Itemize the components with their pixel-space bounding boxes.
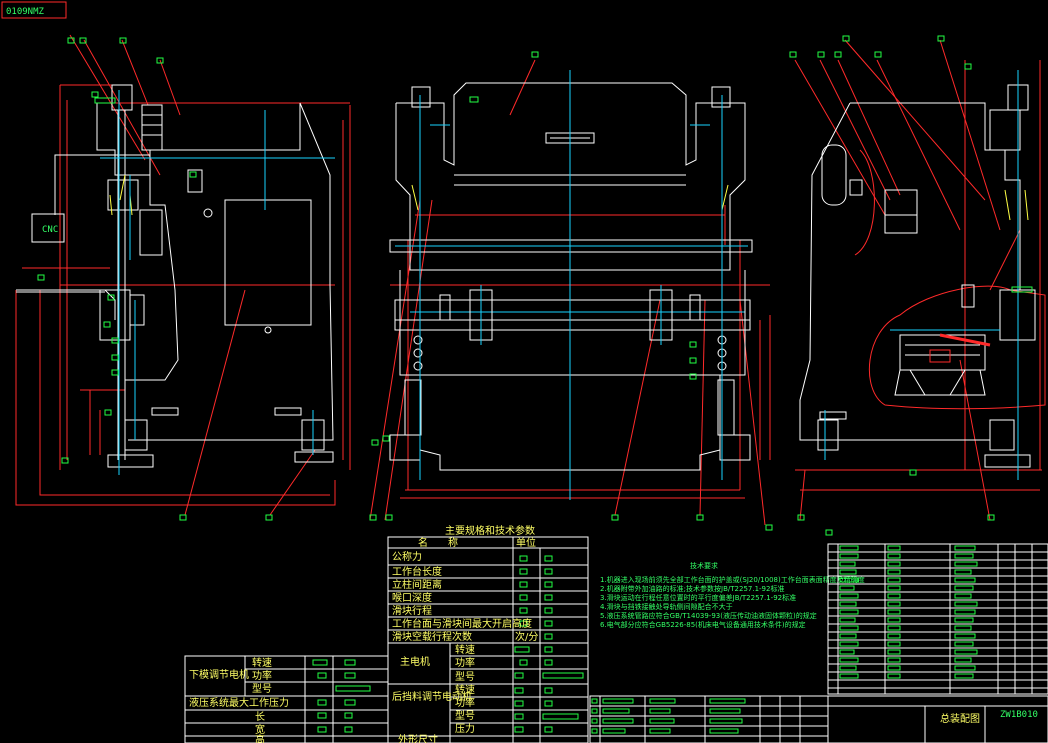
param-nominal-force: 公称力 xyxy=(392,550,422,563)
lower-die-power: 功率 xyxy=(252,669,272,682)
tech-title: 技术要求 xyxy=(690,561,718,570)
spec-col-name: 名 称 xyxy=(418,536,458,549)
param-ram-stroke: 滑块行程 xyxy=(392,604,432,617)
param-max-open-height: 工作台面与滑块间最大开启高度 xyxy=(392,617,532,630)
backgauge-motor-power: 功率 xyxy=(455,696,475,709)
param-stroke-count: 滑块空载行程次数 xyxy=(392,630,472,643)
tech-requirements: 技术要求 1.机器进入现场前须先全部工作台面的护盖或(SJ20/1008)工作台… xyxy=(600,561,865,629)
lower-die-speed: 转速 xyxy=(252,656,272,669)
main-motor-speed: 转速 xyxy=(455,643,475,656)
spec-table-values xyxy=(312,555,584,733)
param-table-length: 工作台长度 xyxy=(392,565,442,578)
side-view-right xyxy=(794,39,1046,521)
cnc-controller: CNC xyxy=(42,225,58,235)
title-stamp-text: 0109NMZ xyxy=(6,7,45,17)
outline-size-row: 外形尺寸 xyxy=(398,733,438,743)
spec-table-title: 主要规格和技术参数 xyxy=(445,524,535,537)
spec-col-unit: 单位 xyxy=(516,536,536,549)
main-motor-power: 功率 xyxy=(455,656,475,669)
main-motor-model: 型号 xyxy=(455,670,475,683)
main-motor-label: 主电机 xyxy=(400,655,430,668)
tech-line-3: 3.滑块运动在行程任意位置时的平行度偏差JB/T2257.1-92标准 xyxy=(600,593,796,602)
tech-line-4: 4.滑块与挡铁接触处导轨侧间隙配合不大于 xyxy=(600,602,733,611)
size-height: 高 xyxy=(255,733,265,743)
size-length: 长 xyxy=(255,711,265,723)
drawing-number: ZW1B010 xyxy=(1000,710,1038,720)
lower-die-model: 型号 xyxy=(252,682,272,695)
stroke-count-unit: 次/分 xyxy=(515,630,538,643)
front-view xyxy=(369,59,771,526)
param-column-distance: 立柱间距离 xyxy=(392,578,442,591)
drawing-name: 总装配图 xyxy=(940,712,980,725)
backgauge-motor-speed: 转速 xyxy=(455,683,475,696)
tech-line-2: 2.机器附带外加油路的标准;技术参数按JB/T2257.1-92标准 xyxy=(600,584,784,593)
param-throat-depth: 喉口深度 xyxy=(392,591,432,604)
lower-die-motor-label: 下模调节电机 xyxy=(189,668,249,681)
side-view-left xyxy=(15,34,351,516)
tech-line-6: 6.电气部分应符合GB5226-85(机床电气设备通用技术条件)的规定 xyxy=(600,620,806,629)
backgauge-motor-pressure: 压力 xyxy=(455,722,475,735)
title-stamp: 0109NMZ xyxy=(1,1,67,19)
hydraulic-pressure-label: 液压系统最大工作压力 xyxy=(189,696,289,709)
backgauge-motor-model: 型号 xyxy=(455,709,475,722)
tech-line-1: 1.机器进入现场前须先全部工作台面的护盖或(SJ20/1008)工作台面表面精度… xyxy=(600,575,865,584)
tech-line-5: 5.液压系统管路应符合GB/T14039-93(液压传动油液固体颗粒)的规定 xyxy=(600,611,817,620)
cad-drawing: 0109NMZ CNC 主要规格和技术参数 名 称 单位 公称力 工作台长度 立… xyxy=(1,1,1048,743)
cnc-label: CNC xyxy=(42,225,58,235)
